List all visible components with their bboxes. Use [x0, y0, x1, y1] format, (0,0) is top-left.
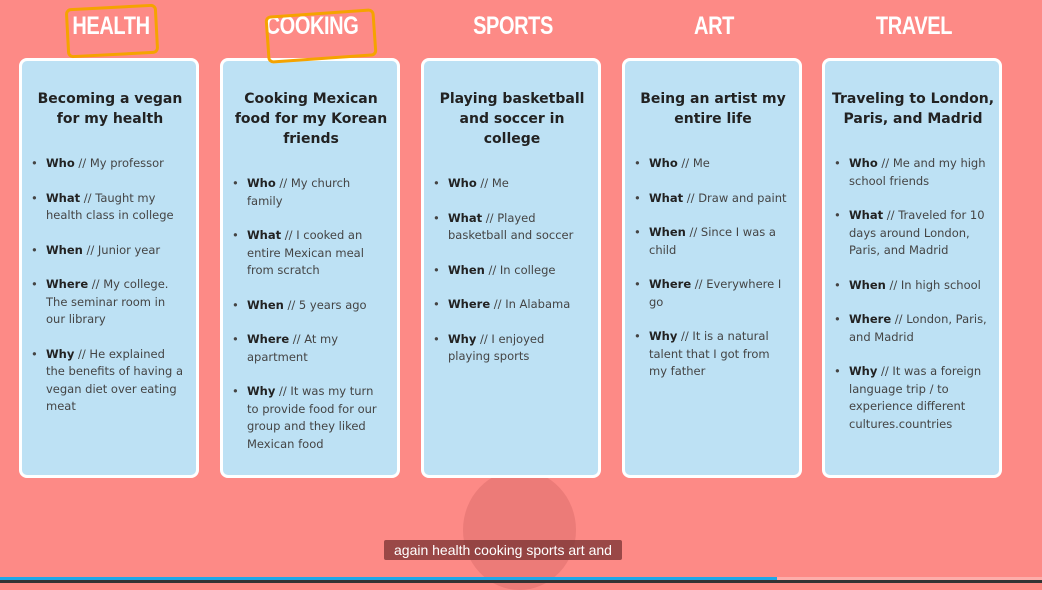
list-item: When // Since I was a child	[634, 224, 789, 259]
item-key: What	[46, 190, 81, 205]
list-item: Who // Me	[433, 175, 588, 193]
item-key: Why	[46, 346, 75, 361]
highlight-mark-cooking	[264, 8, 378, 64]
item-value: // 5 years ago	[283, 297, 367, 312]
item-key: When	[46, 242, 83, 257]
detail-list: Who // Me What // Played basketball and s…	[433, 175, 588, 366]
subtitle-caption: again health cooking sports art and	[384, 540, 622, 560]
item-key: Who	[46, 156, 75, 170]
detail-list: Who // Me and my high school friends What…	[834, 155, 989, 433]
topic-card: Playing basketball and soccer in college…	[421, 58, 601, 478]
item-value: // My professor	[74, 156, 164, 170]
item-key: Where	[448, 297, 491, 311]
item-value: // In college	[484, 262, 556, 277]
detail-list: Who // My church family What // I cooked …	[232, 175, 387, 453]
card-heading: Traveling to London, Paris, and Madrid	[831, 91, 995, 127]
item-key: Why	[247, 384, 276, 398]
list-item: Where // At my apartment	[232, 331, 387, 366]
topic-card: Traveling to London, Paris, and Madrid Wh…	[822, 58, 1002, 478]
category-title-art: ART	[694, 12, 734, 40]
item-key: Who	[448, 176, 477, 190]
highlight-mark-health	[64, 3, 160, 59]
list-item: Who // My professor	[31, 155, 186, 173]
item-value: // In Alabama	[490, 297, 571, 311]
list-item: Where // My college. The seminar room in…	[31, 276, 186, 329]
card-heading: Being an artist my entire life	[640, 91, 786, 127]
item-value: // Me	[476, 176, 509, 190]
item-key: What	[448, 210, 483, 225]
list-item: Who // My church family	[232, 175, 387, 210]
item-key: Who	[649, 156, 678, 170]
item-key: What	[247, 228, 282, 242]
item-key: Who	[849, 156, 878, 170]
list-item: What // Taught my health class in colleg…	[31, 190, 186, 225]
item-value: // Junior year	[82, 242, 161, 257]
list-item: Where // In Alabama	[433, 296, 588, 314]
list-item: What // I cooked an entire Mexican meal …	[232, 227, 387, 280]
item-key: Why	[448, 331, 477, 346]
item-value: // In high school	[885, 277, 981, 292]
list-item: Where // Everywhere I go	[634, 276, 789, 311]
list-item: Who // Me and my high school friends	[834, 155, 989, 190]
item-value: // Me	[677, 156, 710, 170]
list-item: When // In high school	[834, 277, 989, 295]
category-title-travel: TRAVEL	[875, 12, 953, 40]
detail-list: Who // Me What // Draw and paint When // S…	[634, 155, 789, 381]
number-badge-watermark	[463, 470, 576, 590]
list-item: Who // Me	[634, 155, 789, 173]
item-key: Why	[649, 329, 678, 343]
item-key: When	[849, 277, 886, 292]
list-item: When // Junior year	[31, 242, 186, 260]
item-key: Where	[649, 277, 692, 291]
detail-list: Who // My professor What // Taught my hea…	[31, 155, 186, 416]
item-key: When	[649, 225, 686, 239]
topic-card: Becoming a vegan for my health Who // My …	[19, 58, 199, 478]
list-item: What // Traveled for 10 days around Lond…	[834, 207, 989, 260]
item-value: // Draw and paint	[683, 190, 787, 205]
list-item: Why // I enjoyed playing sports	[433, 331, 588, 366]
item-key: Where	[247, 332, 290, 346]
category-title-sports: SPORTS	[473, 12, 553, 40]
list-item: Why // It is a natural talent that I got…	[634, 328, 789, 381]
list-item: When // 5 years ago	[232, 297, 387, 315]
list-item: Why // It was a foreign language trip / …	[834, 363, 989, 433]
item-key: When	[448, 262, 485, 277]
card-heading: Becoming a vegan for my health	[37, 91, 183, 127]
item-key: What	[649, 190, 684, 205]
topic-card: Cooking Mexican food for my Korean frien…	[220, 58, 400, 478]
list-item: Why // He explained the benefits of havi…	[31, 346, 186, 416]
list-item: When // In college	[433, 262, 588, 280]
item-key: When	[247, 297, 284, 312]
list-item: What // Draw and paint	[634, 190, 789, 208]
list-item: What // Played basketball and soccer	[433, 210, 588, 245]
list-item: Why // It was my turn to provide food fo…	[232, 383, 387, 453]
topic-card: Being an artist my entire lifeWho // MeW…	[622, 58, 802, 478]
item-key: Why	[849, 364, 878, 378]
item-key: Where	[46, 277, 89, 291]
item-key: Where	[849, 312, 892, 326]
card-heading: Playing basketball and soccer in college	[439, 91, 585, 147]
item-key: Who	[247, 176, 276, 190]
list-item: Where // London, Paris, and Madrid	[834, 311, 989, 346]
card-heading: Cooking Mexican food for my Korean frien…	[234, 91, 388, 147]
item-key: What	[849, 208, 884, 222]
